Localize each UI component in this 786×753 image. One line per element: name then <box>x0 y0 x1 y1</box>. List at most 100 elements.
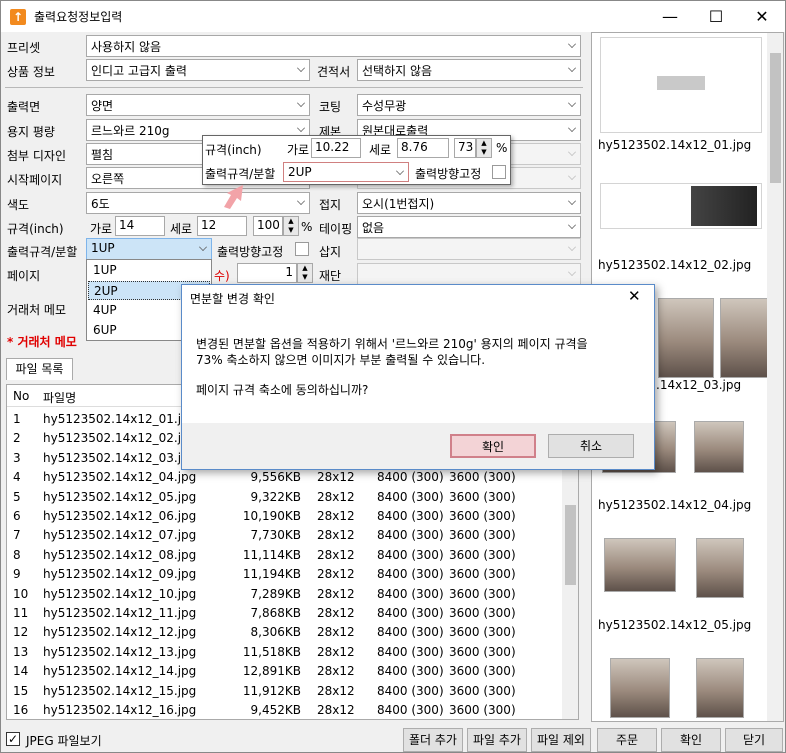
close-button[interactable]: 닫기 <box>725 728 783 752</box>
insert-select[interactable] <box>357 238 581 260</box>
dialog-close-icon[interactable]: ✕ <box>628 287 641 305</box>
table-row[interactable]: 8 hy5123502.14x12_08.jpg 11,114KB 28x12 8400… <box>7 546 563 565</box>
popup-fix-orientation-checkbox[interactable] <box>492 165 506 179</box>
confirm-button[interactable]: 확인 <box>661 728 721 752</box>
table-row[interactable]: 10 hy5123502.14x12_10.jpg 7,289KB 28x12 8400… <box>7 585 563 604</box>
table-cell: hy5123502.14x12_07.jpg <box>43 528 197 543</box>
order-button[interactable]: 주문 <box>597 728 657 752</box>
chevron-down-icon <box>396 167 404 175</box>
table-row[interactable]: 12 hy5123502.14x12_12.jpg 8,306KB 28x12 8400… <box>7 623 563 642</box>
table-cell: 28x12 <box>317 528 355 543</box>
cutting-select[interactable] <box>357 263 581 285</box>
popup-height-input[interactable]: 8.76 <box>397 138 449 158</box>
close-window-button[interactable]: ✕ <box>739 1 785 32</box>
thumbnail-02[interactable] <box>600 183 762 229</box>
tab-file-list[interactable]: 파일 목록 <box>6 358 73 380</box>
paper-value: 르느와르 210g <box>91 124 170 138</box>
table-row[interactable]: 5 hy5123502.14x12_05.jpg 9,322KB 28x12 8400 … <box>7 488 563 507</box>
thumbnail-04b[interactable] <box>694 421 744 473</box>
thumbnail-scrollbar[interactable] <box>767 33 783 721</box>
popup-scale-input[interactable]: 73 <box>454 138 476 158</box>
table-cell: 3600 (300) <box>449 644 516 659</box>
coating-select[interactable]: 수성무광 <box>357 94 581 116</box>
table-cell: 8400 (300) <box>377 644 444 659</box>
taping-select[interactable]: 없음 <box>357 216 581 238</box>
pages-count-input[interactable]: 1 <box>237 263 297 283</box>
table-row[interactable]: 9 hy5123502.14x12_09.jpg 11,194KB 28x12 8400… <box>7 565 563 584</box>
scrollbar-thumb[interactable] <box>565 505 576 585</box>
attach-label: 첨부 디자인 <box>7 149 67 163</box>
product-select[interactable]: 인디고 고급지 출력 <box>86 59 310 81</box>
table-cell: hy5123502.14x12_11.jpg <box>43 606 197 620</box>
chevron-down-icon <box>297 124 305 132</box>
table-cell: 11,114KB <box>242 547 301 562</box>
split-select[interactable]: 1UP <box>86 238 212 260</box>
popup-scale-stepper[interactable]: ▲ ▼ <box>476 138 492 158</box>
insert-label: 삽지 <box>319 245 342 259</box>
table-cell: 28x12 <box>317 489 355 504</box>
table-cell: hy5123502.14x12_12.jpg <box>43 625 197 640</box>
color-select[interactable]: 6도 <box>86 192 310 214</box>
table-row[interactable]: 15 hy5123502.14x12_15.jpg 11,912KB 28x12 840… <box>7 682 563 701</box>
remove-file-button[interactable]: 파일 제외 <box>531 728 591 752</box>
scale-input[interactable]: 100 <box>253 216 283 236</box>
table-cell: hy5123502.14x12_15.jpg <box>43 683 197 698</box>
table-cell: hy5123502.14x12_16.jpg <box>43 703 197 717</box>
popup-split-select[interactable]: 2UP <box>283 162 409 182</box>
table-row[interactable]: 14 hy5123502.14x12_14.jpg 12,891KB 28x12 840… <box>7 662 563 681</box>
thumbnail-05a[interactable] <box>604 538 676 592</box>
chevron-down-icon <box>568 99 576 107</box>
maximize-button[interactable]: ☐ <box>693 1 739 32</box>
table-cell: 6 <box>13 509 21 523</box>
color-value: 6도 <box>91 197 110 211</box>
table-row[interactable]: 16 hy5123502.14x12_16.jpg 9,452KB 28x12 8400… <box>7 701 563 719</box>
split-label: 출력규격/분할 <box>7 245 78 259</box>
popup-height-label: 세로 <box>369 143 392 157</box>
height-input[interactable]: 12 <box>197 216 247 236</box>
chevron-down-icon <box>568 124 576 132</box>
pointer-arrow-icon <box>224 185 243 209</box>
table-cell: 8400 (300) <box>377 703 444 717</box>
table-cell: hy5123502.14x12_02.jpg <box>43 431 197 446</box>
table-row[interactable]: 7 hy5123502.14x12_07.jpg 7,730KB 28x12 8400 … <box>7 526 563 545</box>
table-row[interactable]: 11 hy5123502.14x12_11.jpg 7,868KB 28x12 8400… <box>7 604 563 623</box>
popup-percent-label: % <box>496 141 508 155</box>
table-cell: 28x12 <box>317 683 355 698</box>
pages-stepper[interactable]: ▲ ▼ <box>297 263 313 283</box>
fix-orientation-checkbox[interactable] <box>295 242 309 256</box>
table-cell: 9,322KB <box>250 489 301 504</box>
add-folder-button[interactable]: 폴더 추가 <box>403 728 463 752</box>
thumbnail-06a[interactable] <box>610 658 670 718</box>
thumbnail-03a[interactable] <box>658 298 714 378</box>
col-no[interactable]: No <box>13 389 29 403</box>
scale-stepper[interactable]: ▲ ▼ <box>283 216 299 236</box>
width-input[interactable]: 14 <box>115 216 165 236</box>
jpeg-view-checkbox[interactable]: ✓ <box>6 732 20 746</box>
table-row[interactable]: 13 hy5123502.14x12_13.jpg 11,518KB 28x12 840… <box>7 643 563 662</box>
quote-select[interactable]: 선택하지 않음 <box>357 59 581 81</box>
popup-width-input[interactable]: 10.22 <box>311 138 361 158</box>
minimize-button[interactable]: — <box>647 1 693 32</box>
table-cell: 7 <box>13 528 21 543</box>
print-side-select[interactable]: 양면 <box>86 94 310 116</box>
table-cell: 3600 (300) <box>449 625 516 640</box>
thumbnail-06b[interactable] <box>696 658 744 718</box>
table-cell: 28x12 <box>317 509 355 523</box>
preset-select[interactable]: 사용하지 않음 <box>86 35 581 57</box>
thumbnail-01[interactable] <box>600 37 762 133</box>
fold-select[interactable]: 오시(1번접지) <box>357 192 581 214</box>
dialog-cancel-button[interactable]: 취소 <box>548 434 634 458</box>
table-cell: 3600 (300) <box>449 683 516 698</box>
dialog-ok-button[interactable]: 확인 <box>450 434 536 458</box>
thumbnail-05b[interactable] <box>696 538 744 598</box>
table-row[interactable]: 4 hy5123502.14x12_04.jpg 9,556KB 28x12 8400 … <box>7 468 563 487</box>
dropdown-option-1up[interactable]: 1UP <box>88 261 210 280</box>
coating-value: 수성무광 <box>362 99 407 113</box>
table-cell: hy5123502.14x12_01.jpg <box>43 412 197 426</box>
table-cell: 8400 (300) <box>377 625 444 640</box>
scrollbar-thumb[interactable] <box>770 53 781 183</box>
table-row[interactable]: 6 hy5123502.14x12_06.jpg 10,190KB 28x12 8400… <box>7 507 563 526</box>
add-file-button[interactable]: 파일 추가 <box>467 728 527 752</box>
quote-value: 선택하지 않음 <box>362 64 433 78</box>
col-filename[interactable]: 파일명 <box>43 389 76 406</box>
